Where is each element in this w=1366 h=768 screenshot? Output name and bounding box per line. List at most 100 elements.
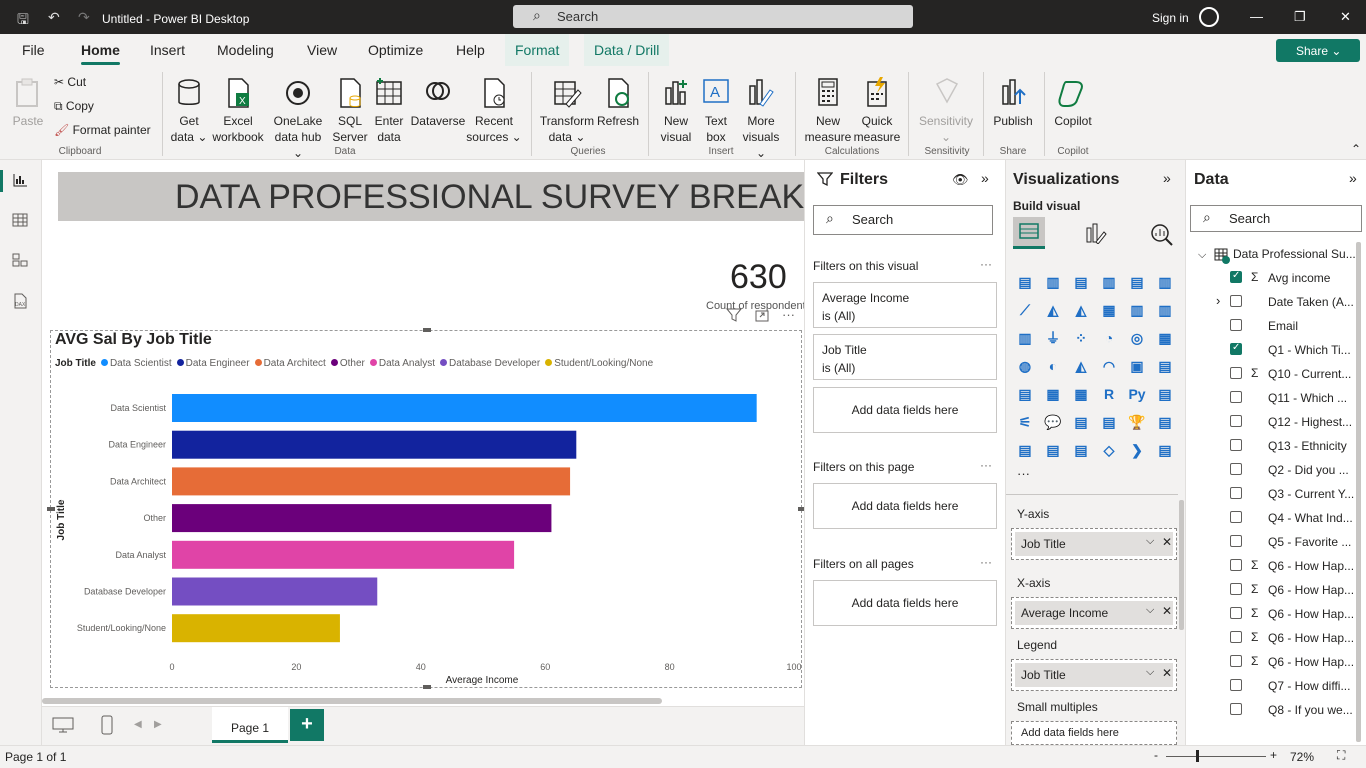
stacked-column-icon[interactable]: ▥: [1042, 271, 1064, 293]
field-item[interactable]: Q12 - Highest...: [1230, 415, 1360, 431]
next-page-icon[interactable]: ▶: [154, 719, 162, 730]
collapse-data-icon[interactable]: »: [1349, 170, 1357, 186]
field-checkbox[interactable]: [1230, 583, 1242, 595]
field-item[interactable]: Σ Q6 - How Hap...: [1230, 558, 1360, 575]
expand-icon[interactable]: ›: [1216, 293, 1220, 308]
r-visual-icon[interactable]: R: [1098, 383, 1120, 405]
legend-well[interactable]: Job Title ⌵ ✕: [1011, 659, 1177, 691]
area-chart-icon[interactable]: ◭: [1042, 299, 1064, 321]
field-item[interactable]: Q4 - What Ind...: [1230, 511, 1360, 527]
collapse-visualizations-icon[interactable]: »: [1163, 170, 1171, 186]
map-icon[interactable]: ◍: [1014, 355, 1036, 377]
field-item[interactable]: Q8 - If you we...: [1230, 703, 1360, 719]
python-visual-icon[interactable]: Py: [1126, 383, 1148, 405]
more-options-icon[interactable]: ···: [980, 555, 992, 569]
recent-sources-button[interactable]: Recent sources ⌄: [466, 76, 522, 145]
enter-data-button[interactable]: Enter data: [370, 76, 408, 145]
all-pages-filter-drop-zone[interactable]: Add data fields here: [813, 580, 997, 626]
donut-chart-icon[interactable]: ◎: [1126, 327, 1148, 349]
build-visual-tab-icon[interactable]: [1013, 217, 1045, 249]
text-box-button[interactable]: A Text box: [696, 76, 736, 145]
field-checkbox[interactable]: [1230, 439, 1242, 451]
clustered-bar-icon[interactable]: ▤: [1070, 271, 1092, 293]
publish-button[interactable]: Publish: [990, 76, 1036, 129]
field-checkbox[interactable]: [1230, 559, 1242, 571]
chevron-down-icon[interactable]: ⌵: [1146, 604, 1154, 617]
sensitivity-button[interactable]: Sensitivity ⌄: [914, 76, 978, 145]
new-measure-button[interactable]: New measure: [803, 76, 853, 145]
horizontal-scrollbar[interactable]: [42, 698, 662, 704]
field-checkbox[interactable]: [1230, 631, 1242, 643]
field-item[interactable]: Σ Q6 - How Hap...: [1230, 654, 1360, 671]
filters-search-input[interactable]: ⌕ Search: [813, 205, 993, 235]
chevron-down-icon[interactable]: ⌵: [1146, 535, 1154, 548]
close-icon[interactable]: ✕: [1340, 9, 1351, 25]
field-pill-job-title[interactable]: Job Title ⌵ ✕: [1015, 663, 1173, 687]
scatter-icon[interactable]: ⁘: [1070, 327, 1092, 349]
dataverse-button[interactable]: Dataverse: [408, 76, 468, 129]
field-checkbox[interactable]: [1230, 270, 1242, 283]
get-data-button[interactable]: Get data ⌄: [166, 76, 212, 145]
funnel-icon[interactable]: ⏚: [1042, 327, 1064, 349]
tab-insert[interactable]: Insert: [150, 42, 185, 58]
tab-view[interactable]: View: [307, 42, 337, 58]
tab-home[interactable]: Home: [81, 42, 120, 65]
field-item[interactable]: Q11 - Which ...: [1230, 391, 1360, 407]
zoom-out-icon[interactable]: -: [1154, 748, 1158, 762]
tab-help[interactable]: Help: [456, 42, 485, 58]
kpi-icon[interactable]: ▤: [1154, 355, 1176, 377]
fabric-icon[interactable]: ▤: [1042, 439, 1064, 461]
field-checkbox[interactable]: [1230, 319, 1242, 331]
field-checkbox[interactable]: [1230, 342, 1242, 355]
azure-map-icon[interactable]: ◭: [1070, 355, 1092, 377]
field-checkbox[interactable]: [1230, 295, 1242, 307]
model-view-icon[interactable]: [11, 253, 29, 269]
field-checkbox[interactable]: [1230, 367, 1242, 379]
field-checkbox[interactable]: [1230, 415, 1242, 427]
prev-page-icon[interactable]: ◀: [134, 719, 142, 730]
field-item[interactable]: Email: [1230, 319, 1360, 335]
chevron-down-icon[interactable]: ⌵: [1146, 666, 1154, 679]
chart-bar[interactable]: [172, 577, 378, 606]
chart-bar[interactable]: [172, 430, 577, 459]
field-checkbox[interactable]: [1230, 463, 1242, 475]
filter-card-average-income[interactable]: Average Income is (All): [813, 282, 997, 328]
cut-button[interactable]: ✂ Cut: [54, 75, 86, 89]
gauge-icon[interactable]: ◠: [1098, 355, 1120, 377]
x-axis-well[interactable]: Average Income ⌵ ✕: [1011, 597, 1177, 629]
clustered-column-icon[interactable]: ▥: [1098, 271, 1120, 293]
field-checkbox[interactable]: [1230, 391, 1242, 403]
sign-in-link[interactable]: Sign in: [1152, 11, 1189, 25]
100-bar-icon[interactable]: ▤: [1126, 271, 1148, 293]
paste-button[interactable]: Paste: [10, 76, 46, 129]
quick-measure-button[interactable]: Quick measure: [852, 76, 902, 145]
100-column-icon[interactable]: ▥: [1154, 271, 1176, 293]
field-item[interactable]: Σ Q10 - Current...: [1230, 366, 1360, 383]
paginated-report-icon[interactable]: ▤: [1098, 411, 1120, 433]
mobile-layout-icon[interactable]: [101, 715, 113, 738]
dax-query-view-icon[interactable]: DAX: [11, 293, 29, 309]
zoom-level[interactable]: 72%: [1290, 750, 1314, 764]
chart-bar[interactable]: [172, 614, 340, 643]
sql-server-button[interactable]: SQL Server: [330, 76, 370, 145]
report-view-icon[interactable]: [11, 173, 29, 189]
chevron-down-icon[interactable]: ⌵: [1198, 249, 1206, 262]
page-tab-1[interactable]: Page 1: [212, 707, 288, 743]
refresh-button[interactable]: Refresh: [596, 76, 640, 129]
line-column-icon[interactable]: ▥: [1126, 299, 1148, 321]
chart-bar[interactable]: [172, 467, 571, 496]
data-search-input[interactable]: ⌕ Search: [1190, 205, 1362, 232]
narrative-icon[interactable]: ▤: [1070, 411, 1092, 433]
field-item[interactable]: Q7 - How diffi...: [1230, 679, 1360, 695]
field-item[interactable]: Σ Q6 - How Hap...: [1230, 630, 1360, 647]
treemap-icon[interactable]: ▦: [1154, 327, 1176, 349]
tab-optimize[interactable]: Optimize: [368, 42, 423, 58]
pie-chart-icon[interactable]: ◔: [1098, 327, 1120, 349]
field-pill-job-title[interactable]: Job Title ⌵ ✕: [1015, 532, 1173, 556]
metrics-icon[interactable]: 🏆: [1126, 411, 1148, 433]
field-checkbox[interactable]: [1230, 607, 1242, 619]
y-axis-well[interactable]: Job Title ⌵ ✕: [1011, 528, 1177, 560]
share-button[interactable]: Share ⌄: [1276, 39, 1360, 62]
field-checkbox[interactable]: [1230, 511, 1242, 523]
chart-bar[interactable]: [172, 394, 757, 422]
